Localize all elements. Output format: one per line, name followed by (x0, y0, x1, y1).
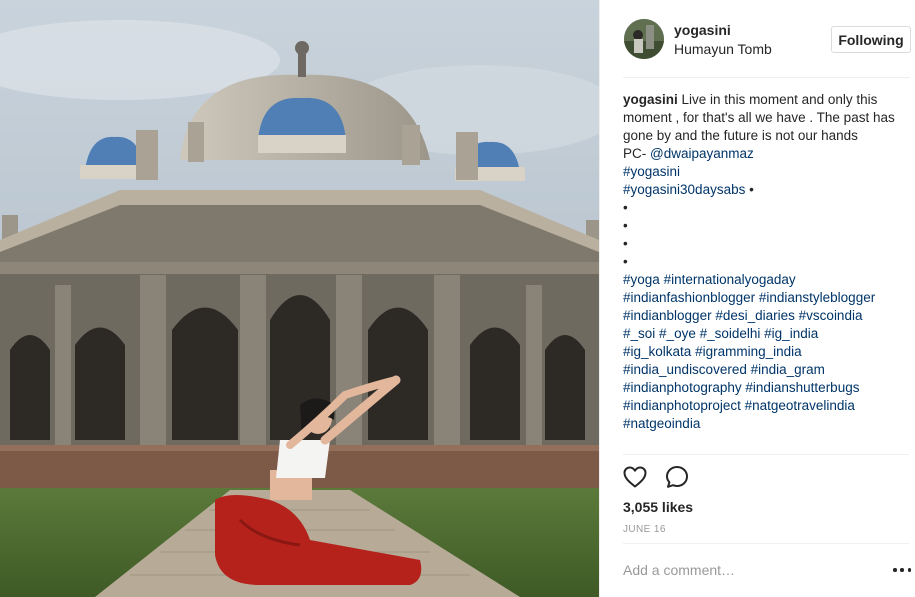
bullet-line: • (623, 200, 628, 215)
caption-text-block: yogasini Live in this moment and only th… (623, 91, 911, 145)
hashtag-link[interactable]: #_soidelhi (700, 326, 761, 341)
hashtag-link[interactable]: #ig_kolkata (623, 344, 691, 359)
dot (893, 568, 897, 572)
hashtag-link[interactable]: #indianphotography (623, 380, 742, 395)
hashtag-block: #yoga #internationalyogaday #indianfashio… (623, 271, 911, 433)
hashtag-link[interactable]: #yoga (623, 272, 660, 287)
hashtag-link[interactable]: #indianfashionblogger (623, 290, 755, 305)
hashtag-link[interactable]: #indianphotoproject (623, 398, 741, 413)
hashtag-line: #ig_kolkata #igramming_india (623, 343, 911, 361)
post-photo[interactable] (0, 0, 599, 597)
dot (907, 568, 911, 572)
credit-line: PC- @dwaipayanmaz (623, 145, 911, 163)
hashtag-line: #indianblogger #desi_diaries #vscoindia (623, 307, 911, 325)
hashtag-line: #indianphotography #indianshutterbugs (623, 379, 911, 397)
hashtag-line: #natgeoindia (623, 415, 911, 433)
hashtag-link[interactable]: #indianshutterbugs (745, 380, 859, 395)
dot (900, 568, 904, 572)
hashtag-line: #yoga #internationalyogaday (623, 271, 911, 289)
post-header: yogasini Humayun Tomb Following (600, 0, 915, 78)
hashtag-link[interactable]: #internationalyogaday (664, 272, 796, 287)
credit-prefix: PC- (623, 146, 650, 161)
bullet-line: • (623, 254, 628, 269)
hashtag-link[interactable]: #natgeotravelindia (745, 398, 855, 413)
hashtag-line: #indianfashionblogger #indianstyleblogge… (623, 289, 911, 307)
action-bar (622, 464, 690, 490)
hashtag-line: #india_undiscovered #india_gram (623, 361, 911, 379)
hashtag-link[interactable]: #india_gram (751, 362, 825, 377)
hashtag-link[interactable]: #_oye (659, 326, 696, 341)
post-date[interactable]: JUNE 16 (623, 524, 666, 535)
hashtag-link[interactable]: #igramming_india (695, 344, 802, 359)
hashtag-link[interactable]: #desi_diaries (715, 308, 795, 323)
hashtag-link[interactable]: #indianblogger (623, 308, 712, 323)
divider (623, 543, 909, 544)
credit-handle-link[interactable]: @dwaipayanmaz (650, 146, 754, 161)
comment-bubble-icon[interactable] (664, 464, 690, 490)
location-link[interactable]: Humayun Tomb (674, 41, 772, 57)
hashtag-link[interactable]: #india_undiscovered (623, 362, 747, 377)
hashtag-link[interactable]: #vscoindia (799, 308, 863, 323)
hashtag-link[interactable]: #indianstyleblogger (759, 290, 875, 305)
heart-icon[interactable] (622, 464, 648, 490)
hashtag-link[interactable]: #yogasini30daysabs (623, 182, 745, 197)
hashtag-link[interactable]: #natgeoindia (623, 416, 700, 431)
bullet: • (749, 182, 754, 197)
likes-count[interactable]: 3,055 likes (623, 499, 693, 515)
bullet-line: • (623, 236, 628, 251)
hashtag-link[interactable]: #yogasini (623, 164, 680, 179)
divider (623, 454, 909, 455)
hashtag-line: #_soi #_oye #_soidelhi #ig_india (623, 325, 911, 343)
bullet-line: • (623, 218, 628, 233)
more-options-icon[interactable] (893, 562, 911, 578)
header-username[interactable]: yogasini (674, 22, 731, 38)
hashtag-line: #yogasini (623, 163, 911, 181)
hashtag-line: #yogasini30daysabs • (623, 181, 911, 199)
caption: yogasini Live in this moment and only th… (623, 91, 911, 433)
avatar-image (624, 19, 664, 59)
comment-input[interactable] (623, 560, 873, 580)
hashtag-link[interactable]: #_soi (623, 326, 655, 341)
hashtag-link[interactable]: #ig_india (764, 326, 818, 341)
hashtag-line: #indianphotoproject #natgeotravelindia (623, 397, 911, 415)
avatar[interactable] (624, 19, 664, 59)
yoga-pose-photo-illustration (0, 0, 599, 597)
caption-username[interactable]: yogasini (623, 92, 678, 107)
post-detail-panel: yogasini Humayun Tomb Following yogasini… (599, 0, 915, 597)
following-button[interactable]: Following (831, 26, 911, 53)
